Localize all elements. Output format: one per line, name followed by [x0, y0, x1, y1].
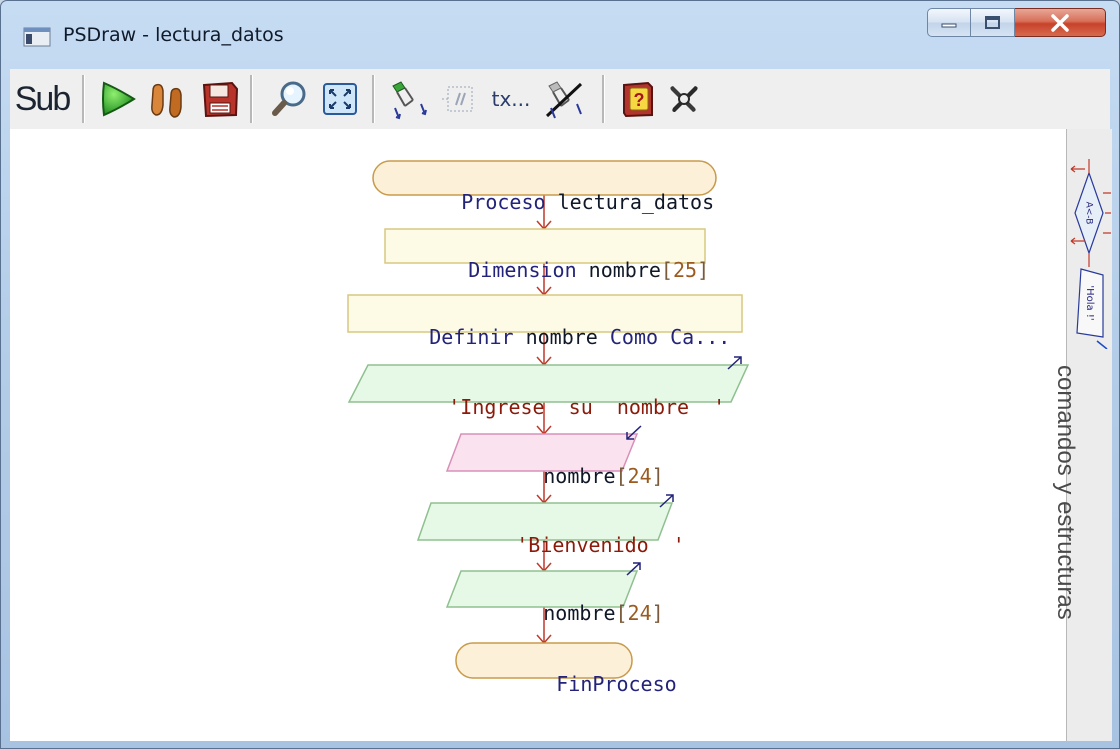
string-literal: 'Bienvenido ': [516, 533, 685, 557]
footprints-icon: [151, 83, 182, 118]
sub-text-icon: Sub: [14, 79, 71, 118]
toolbar-separator: [372, 75, 375, 123]
commands-panel[interactable]: A<-B 'Hola !' comandos y estructuras: [1052, 129, 1112, 741]
flowchart-style-icon: [392, 81, 427, 120]
bracket: [: [615, 464, 628, 488]
close-x-icon: [670, 86, 698, 112]
maximize-icon: [984, 15, 1000, 29]
minimize-icon: [941, 23, 957, 27]
save-button[interactable]: [198, 77, 242, 121]
no-style-button[interactable]: [542, 77, 586, 121]
fit-window-icon: [323, 83, 357, 115]
app-window: PSDraw - lectura_datos Sub tx... ? Proce…: [0, 0, 1120, 749]
toolbar: Sub tx... ?: [10, 69, 1110, 129]
panel-shapes: A<-B 'Hola !': [1070, 159, 1111, 349]
toolbar-separator: [602, 75, 605, 123]
close-window-button[interactable]: [1015, 8, 1106, 37]
string-literal: 'Ingrese su nombre ': [448, 395, 726, 419]
title-bar[interactable]: PSDraw - lectura_datos: [1, 1, 1119, 63]
comments-button[interactable]: [436, 77, 480, 121]
number-literal: 25: [672, 258, 698, 282]
app-window-icon: [23, 27, 51, 47]
output-bienvenido-label[interactable]: 'Bienvenido ': [444, 509, 685, 581]
magnifier-icon: [272, 81, 306, 116]
svg-text:A<-B: A<-B: [1084, 202, 1094, 225]
svg-text:'Hola !': 'Hola !': [1084, 285, 1095, 320]
number-literal: 24: [627, 464, 652, 488]
play-icon: [102, 81, 136, 117]
keyword-dimension: Dimension: [468, 258, 577, 282]
toolbar-separator: [250, 75, 253, 123]
window-title: PSDraw - lectura_datos: [63, 24, 284, 46]
number-literal: 24: [627, 601, 652, 625]
fit-window-button[interactable]: [318, 77, 362, 121]
help-button[interactable]: ?: [616, 77, 660, 121]
bracket: ]: [697, 258, 710, 282]
variable-name: nombre: [525, 325, 598, 349]
keyword-como: Como: [609, 325, 659, 349]
flowchart-canvas[interactable]: Proceso lectura_datos Dimension nombre[2…: [10, 129, 1066, 741]
input-nombre-label[interactable]: nombre[24]: [471, 440, 664, 512]
svg-text:?: ?: [634, 90, 645, 110]
bracket: ]: [651, 464, 664, 488]
style-button[interactable]: [386, 77, 430, 121]
variable-name: nombre: [543, 464, 616, 488]
comment-icon: [442, 86, 473, 112]
variable-name: nombre: [588, 258, 661, 282]
variable-name: nombre: [543, 601, 616, 625]
type-truncated: Ca...: [670, 325, 731, 349]
bracket: [: [615, 601, 628, 625]
zoom-button[interactable]: [268, 77, 312, 121]
bracket: [: [660, 258, 673, 282]
help-book-icon: ?: [623, 81, 653, 118]
floppy-disk-icon: [202, 81, 239, 118]
start-label[interactable]: Proceso lectura_datos: [389, 166, 714, 238]
run-button[interactable]: [96, 77, 140, 121]
assign-structure-icon: A<-B: [1070, 159, 1111, 267]
sub-button[interactable]: Sub: [14, 77, 71, 121]
maximize-button[interactable]: [971, 8, 1015, 37]
process-name: lectura_datos: [557, 190, 715, 214]
minimize-button[interactable]: [927, 8, 971, 37]
keyword-finproceso: FinProceso: [556, 672, 677, 696]
keyword-proceso: Proceso: [461, 190, 546, 214]
text-icon: tx...: [491, 87, 531, 111]
dimension-label[interactable]: Dimension nombre[25]: [396, 234, 709, 306]
output-nombre-label[interactable]: nombre[24]: [471, 577, 664, 649]
bracket: ]: [651, 601, 664, 625]
toolbar-separator: [82, 75, 85, 123]
define-label[interactable]: Definir nombre Como Ca...: [357, 301, 730, 373]
close-icon: [1051, 13, 1069, 32]
close-toolbar-button[interactable]: [662, 77, 706, 121]
text-button[interactable]: tx...: [486, 77, 536, 121]
keyword-definir: Definir: [429, 325, 514, 349]
end-label[interactable]: FinProceso: [484, 648, 677, 720]
output-ingrese-label[interactable]: 'Ingrese su nombre ': [376, 371, 725, 443]
write-structure-icon: 'Hola !': [1076, 268, 1108, 349]
crossed-style-icon: [545, 81, 583, 119]
step-button[interactable]: [146, 77, 190, 121]
